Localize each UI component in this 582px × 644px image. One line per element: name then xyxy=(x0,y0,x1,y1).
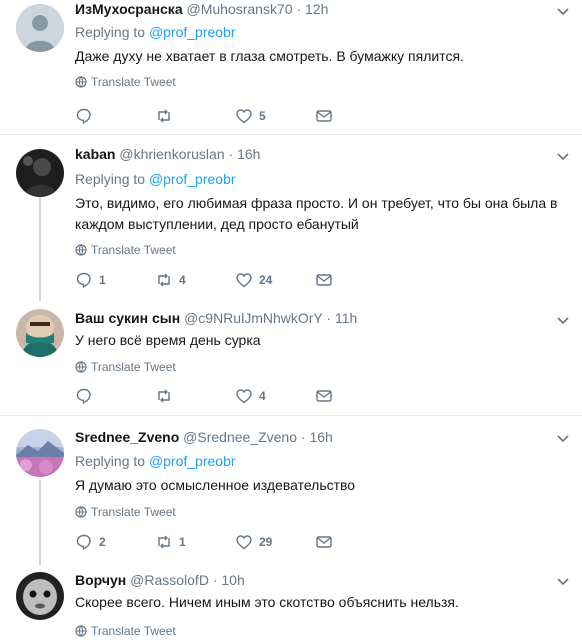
tweet-header: kaban @khrienkoruslan · 16h xyxy=(75,146,261,162)
retweet-button[interactable]: 4 xyxy=(155,271,235,289)
message-button[interactable] xyxy=(315,107,395,125)
tweet-text: Скорее всего. Ничем иным это скотство об… xyxy=(75,594,459,610)
chevron-down-icon[interactable] xyxy=(556,431,570,445)
replying-to: Replying to @prof_preobr xyxy=(75,24,236,40)
envelope-icon xyxy=(316,536,332,548)
tweet-3[interactable]: Ваш сукин сын @c9NRulJmNhwkOrY · 11h У н… xyxy=(0,303,582,413)
reply-button[interactable] xyxy=(75,107,155,125)
tweet-4[interactable]: Srednee_Zveno @Srednee_Zveno · 16h Reply… xyxy=(0,425,582,565)
bw-face-icon xyxy=(16,572,64,620)
user-handle[interactable]: @RassolofD xyxy=(130,572,209,588)
envelope-icon xyxy=(316,390,332,402)
reply-button[interactable]: 2 xyxy=(75,533,155,551)
heart-icon xyxy=(236,273,252,288)
timestamp[interactable]: 16h xyxy=(237,146,260,162)
reply-to-link[interactable]: @prof_preobr xyxy=(149,453,236,469)
translate-tweet-link[interactable]: Translate Tweet xyxy=(75,623,562,639)
globe-icon xyxy=(75,625,87,637)
default-avatar-icon xyxy=(16,4,64,52)
masked-face-icon xyxy=(16,309,64,357)
translate-tweet-link[interactable]: Translate Tweet xyxy=(75,504,562,520)
avatar[interactable] xyxy=(16,429,64,477)
message-button[interactable] xyxy=(315,533,395,551)
tweet-actions: 2 1 29 xyxy=(75,532,395,552)
globe-icon xyxy=(75,506,87,518)
avatar[interactable] xyxy=(16,572,64,620)
retweet-button[interactable] xyxy=(155,107,235,125)
retweet-icon xyxy=(158,389,170,403)
tweet-2[interactable]: kaban @khrienkoruslan · 16h Replying to … xyxy=(0,143,582,303)
display-name[interactable]: Ворчун xyxy=(75,572,126,588)
display-name[interactable]: ИзМухосранска xyxy=(75,1,183,17)
chevron-down-icon[interactable] xyxy=(556,313,570,327)
tweet-1[interactable]: ИзМухосранска @Muhosransk70 · 12h Replyi… xyxy=(0,0,582,128)
like-button[interactable]: 4 xyxy=(235,387,315,405)
avatar[interactable] xyxy=(16,309,64,357)
separator xyxy=(0,415,582,416)
display-name[interactable]: kaban xyxy=(75,146,115,162)
avatar[interactable] xyxy=(16,4,64,52)
landscape-icon xyxy=(16,429,64,477)
timestamp[interactable]: 10h xyxy=(221,572,244,588)
reply-to-link[interactable]: @prof_preobr xyxy=(149,171,236,187)
user-handle[interactable]: @c9NRulJmNhwkOrY xyxy=(184,310,322,326)
user-handle[interactable]: @Muhosransk70 xyxy=(187,1,293,17)
tweet-text: Я думаю это осмысленное издевательство xyxy=(75,477,356,493)
tweet-5[interactable]: Ворчун @RassolofD · 10h Скорее всего. Ни… xyxy=(0,566,582,644)
tweet-actions: 4 xyxy=(75,386,395,406)
tweet-text: Даже духу не хватает в глаза смотреть. В… xyxy=(75,48,464,64)
message-button[interactable] xyxy=(315,387,395,405)
tweet-header: Ворчун @RassolofD · 10h xyxy=(75,572,245,588)
translate-tweet-link[interactable]: Translate Tweet xyxy=(75,74,562,90)
like-button[interactable]: 29 xyxy=(235,533,315,551)
heart-icon xyxy=(236,389,252,404)
chevron-down-icon[interactable] xyxy=(556,574,570,588)
tweet-actions: 5 xyxy=(75,106,395,126)
display-name[interactable]: Ваш сукин сын xyxy=(75,310,180,326)
reply-icon xyxy=(76,388,91,405)
retweet-icon xyxy=(158,273,170,287)
user-handle[interactable]: @Srednee_Zveno xyxy=(183,429,297,445)
tweet-header: Srednee_Zveno @Srednee_Zveno · 16h xyxy=(75,429,333,445)
heart-icon xyxy=(236,535,252,550)
tweet-actions: 1 4 24 xyxy=(75,270,395,290)
reply-icon xyxy=(76,272,91,289)
replying-to: Replying to @prof_preobr xyxy=(75,453,236,469)
display-name[interactable]: Srednee_Zveno xyxy=(75,429,179,445)
user-handle[interactable]: @khrienkoruslan xyxy=(119,146,224,162)
reply-button[interactable]: 1 xyxy=(75,271,155,289)
separator xyxy=(0,134,582,135)
envelope-icon xyxy=(316,274,332,286)
globe-icon xyxy=(75,244,87,256)
message-button[interactable] xyxy=(315,271,395,289)
globe-icon xyxy=(75,76,87,88)
heart-icon xyxy=(236,109,252,124)
reply-to-link[interactable]: @prof_preobr xyxy=(149,24,236,40)
retweet-icon xyxy=(158,535,170,549)
timestamp[interactable]: 12h xyxy=(305,1,328,17)
retweet-icon xyxy=(158,109,170,123)
translate-tweet-link[interactable]: Translate Tweet xyxy=(75,242,562,258)
dark-portrait-icon xyxy=(16,149,64,197)
reply-button[interactable] xyxy=(75,387,155,405)
reply-icon xyxy=(76,108,91,125)
tweet-header: ИзМухосранска @Muhosransk70 · 12h xyxy=(75,1,329,17)
translate-tweet-link[interactable]: Translate Tweet xyxy=(75,359,562,375)
chevron-down-icon[interactable] xyxy=(556,4,570,18)
timestamp[interactable]: 11h xyxy=(335,310,357,326)
tweet-text: У него всё время день сурка xyxy=(75,332,261,348)
reply-icon xyxy=(76,534,91,551)
globe-icon xyxy=(75,361,87,373)
retweet-button[interactable]: 1 xyxy=(155,533,235,551)
replying-to: Replying to @prof_preobr xyxy=(75,171,236,187)
like-button[interactable]: 24 xyxy=(235,271,315,289)
avatar[interactable] xyxy=(16,149,64,197)
envelope-icon xyxy=(316,110,332,122)
retweet-button[interactable] xyxy=(155,387,235,405)
tweet-text: Это, видимо, его любимая фраза просто. И… xyxy=(75,195,558,232)
tweet-header: Ваш сукин сын @c9NRulJmNhwkOrY · 11h xyxy=(75,310,358,326)
chevron-down-icon[interactable] xyxy=(556,149,570,163)
like-button[interactable]: 5 xyxy=(235,107,315,125)
timestamp[interactable]: 16h xyxy=(309,429,332,445)
